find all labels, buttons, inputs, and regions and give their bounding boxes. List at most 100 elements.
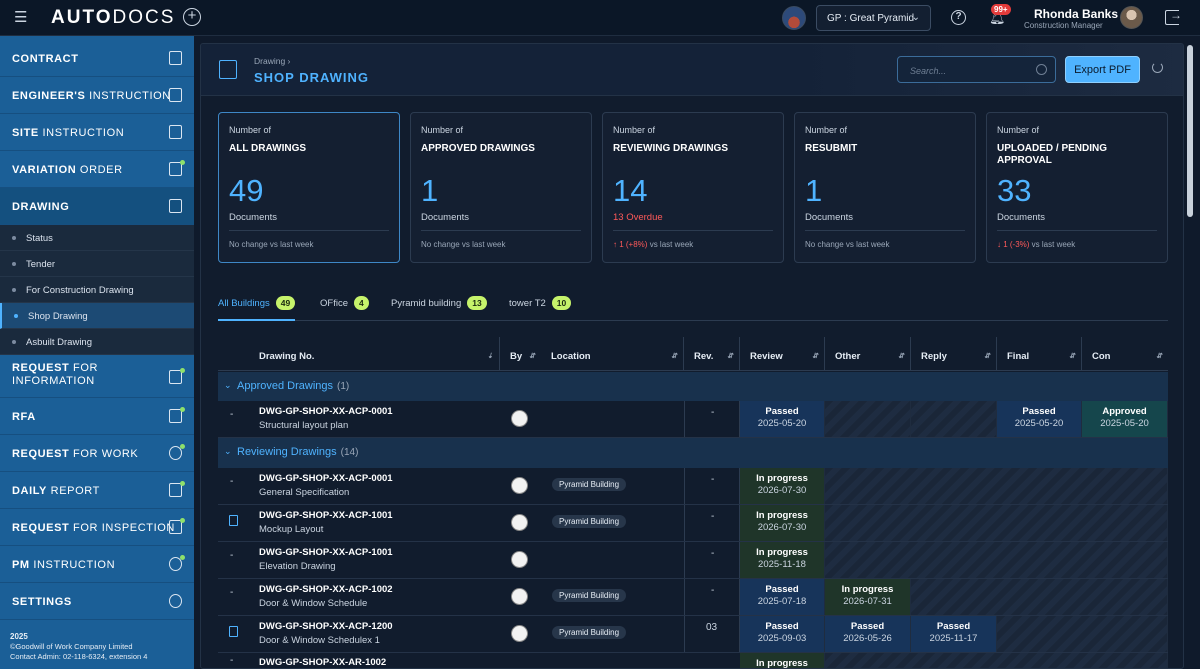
- sidebar-item-contract[interactable]: CONTRACT: [0, 40, 194, 77]
- divider: [229, 230, 389, 231]
- help-icon[interactable]: ?: [951, 10, 966, 25]
- status-final[interactable]: Passed 2025-05-20: [997, 401, 1082, 437]
- sidebar-item-settings[interactable]: SETTINGS: [0, 583, 194, 620]
- sidebar-subitem-asbuilt-drawing[interactable]: Asbuilt Drawing: [0, 329, 194, 355]
- group-approved[interactable]: ⌄ Approved Drawings (1): [218, 372, 1168, 401]
- sort-icon[interactable]: ⇵: [529, 352, 535, 360]
- sidebar-subitem-for-construction-drawing[interactable]: For Construction Drawing: [0, 277, 194, 303]
- status-review[interactable]: Passed 2025-07-18: [740, 579, 825, 615]
- status-reply[interactable]: Passed 2025-11-17: [911, 616, 997, 652]
- page-scrollbar[interactable]: [1186, 43, 1194, 669]
- status-review[interactable]: In progress 2026-07-30: [740, 468, 825, 504]
- status-other-empty: [825, 401, 911, 437]
- col-by[interactable]: By ⇵: [500, 337, 541, 371]
- tab-count-badge: 4: [353, 296, 369, 310]
- breadcrumb[interactable]: Drawing ›: [254, 56, 290, 66]
- sidebar-subitem-shop-drawing[interactable]: Shop Drawing: [0, 303, 194, 329]
- col-con[interactable]: Con ⇵: [1082, 337, 1168, 371]
- sidebar-item-request-for-work[interactable]: REQUEST FOR WORK: [0, 435, 194, 472]
- col-rev[interactable]: Rev. ⇵: [684, 337, 740, 371]
- sidebar-item-daily-report[interactable]: DAILY REPORT: [0, 472, 194, 509]
- hamburger-menu-icon[interactable]: ☰: [14, 10, 30, 25]
- col-other[interactable]: Other ⇵: [825, 337, 911, 371]
- card-resubmit[interactable]: Number of RESUBMIT 1 Documents No change…: [794, 112, 976, 263]
- attachment-icon[interactable]: [229, 515, 238, 526]
- table-row[interactable]: - DWG-GP-SHOP-XX-AR-1002 In progress: [218, 653, 1168, 668]
- status-review[interactable]: Passed 2025-09-03: [740, 616, 825, 652]
- bullet: [12, 262, 16, 266]
- sidebar-item-variation-order[interactable]: VARIATION ORDER: [0, 151, 194, 188]
- status-other[interactable]: Passed 2026-05-26: [825, 616, 911, 652]
- table-row[interactable]: - DWG-GP-SHOP-XX-ACP-1001 Elevation Draw…: [218, 542, 1168, 579]
- export-pdf-button[interactable]: Export PDF: [1065, 56, 1140, 83]
- attachment-icon[interactable]: [229, 626, 238, 637]
- sidebar-subitem-status[interactable]: Status: [0, 225, 194, 251]
- drawing-number[interactable]: DWG-GP-SHOP-XX-ACP-1001: [259, 510, 393, 521]
- sidebar-item-engineers-instruction[interactable]: ENGINEER'S INSTRUCTION: [0, 77, 194, 114]
- card-pre: Number of: [613, 125, 656, 135]
- group-reviewing[interactable]: ⌄ Reviewing Drawings (14): [218, 438, 1168, 468]
- sidebar-item-pm-instruction[interactable]: PM INSTRUCTION: [0, 546, 194, 583]
- status-review[interactable]: In progress 2026-07-30: [740, 505, 825, 541]
- project-select[interactable]: GP : Great Pyramid ⌄: [816, 5, 931, 31]
- search-icon[interactable]: [1036, 64, 1047, 75]
- group-count: (14): [340, 447, 359, 458]
- new-dot: [180, 481, 185, 486]
- drawing-number[interactable]: DWG-GP-SHOP-XX-ACP-0001: [259, 406, 393, 417]
- tab-all-buildings[interactable]: All Buildings 49: [218, 296, 296, 321]
- card-approved-drawings[interactable]: Number of APPROVED DRAWINGS 1 Documents …: [410, 112, 592, 263]
- drawing-number[interactable]: DWG-GP-SHOP-XX-AR-1002: [259, 657, 386, 668]
- add-icon[interactable]: +: [183, 8, 201, 26]
- col-review[interactable]: Review ⇵: [740, 337, 825, 371]
- col-location[interactable]: Location ⇵: [541, 337, 684, 371]
- sidebar-item-request-for-inspection[interactable]: REQUEST FOR INSPECTION: [0, 509, 194, 546]
- status-review[interactable]: In progress 2025-11-18: [740, 542, 825, 578]
- sort-icon[interactable]: ⇵: [898, 352, 904, 360]
- tab-pyramid-building[interactable]: Pyramid building 13: [391, 296, 487, 321]
- table-row[interactable]: - DWG-GP-SHOP-XX-ACP-0001 Structural lay…: [218, 401, 1168, 438]
- app-logo[interactable]: AUTODOCS: [51, 7, 175, 29]
- card-reviewing-drawings[interactable]: Number of REVIEWING DRAWINGS 14 13 Overd…: [602, 112, 784, 263]
- table-row[interactable]: DWG-GP-SHOP-XX-ACP-1001 Mockup Layout Py…: [218, 505, 1168, 542]
- project-avatar: [782, 6, 806, 30]
- drawing-number[interactable]: DWG-GP-SHOP-XX-ACP-1001: [259, 547, 393, 558]
- sidebar-item-site-instruction[interactable]: SITE INSTRUCTION: [0, 114, 194, 151]
- card-all-drawings[interactable]: Number of ALL DRAWINGS 49 Documents No c…: [218, 112, 400, 263]
- search-input[interactable]: Search...: [897, 56, 1056, 83]
- card-title: ALL DRAWINGS: [229, 143, 307, 154]
- tab-office[interactable]: OFfice 4: [320, 296, 369, 321]
- sort-icon[interactable]: ⇵: [1069, 352, 1075, 360]
- card-value: 14: [613, 173, 648, 208]
- card-uploaded-pending[interactable]: Number of UPLOADED / PENDING APPROVAL 33…: [986, 112, 1168, 263]
- status-review[interactable]: In progress: [740, 653, 825, 668]
- status-review[interactable]: Passed 2025-05-20: [740, 401, 825, 437]
- tab-tower-t2[interactable]: tower T2 10: [509, 296, 572, 321]
- scrollbar-thumb[interactable]: [1187, 45, 1193, 217]
- sort-icon[interactable]: ⇵: [984, 352, 990, 360]
- submitter-avatar: [511, 410, 528, 427]
- sidebar-item-drawing[interactable]: DRAWING: [0, 188, 194, 225]
- col-final[interactable]: Final ⇵: [997, 337, 1082, 371]
- table-row[interactable]: - DWG-GP-SHOP-XX-ACP-0001 General Specif…: [218, 468, 1168, 505]
- status-con[interactable]: Approved 2025-05-20: [1082, 401, 1168, 437]
- sort-icon[interactable]: ⇵: [1156, 352, 1162, 360]
- table-row[interactable]: - DWG-GP-SHOP-XX-ACP-1002 Door & Window …: [218, 579, 1168, 616]
- drawing-number[interactable]: DWG-GP-SHOP-XX-ACP-0001: [259, 473, 393, 484]
- status-other[interactable]: In progress 2026-07-31: [825, 579, 911, 615]
- sort-icon[interactable]: ⇵: [671, 352, 677, 360]
- user-avatar[interactable]: [1120, 6, 1143, 29]
- group-label: Reviewing Drawings: [237, 446, 337, 458]
- sort-desc-icon[interactable]: ⇣: [487, 352, 493, 360]
- sidebar-item-rfa[interactable]: RFA: [0, 398, 194, 435]
- sort-icon[interactable]: ⇵: [727, 352, 733, 360]
- col-reply[interactable]: Reply ⇵: [911, 337, 997, 371]
- table-row[interactable]: DWG-GP-SHOP-XX-ACP-1200 Door & Window Sc…: [218, 616, 1168, 653]
- drawing-number[interactable]: DWG-GP-SHOP-XX-ACP-1002: [259, 584, 393, 595]
- logout-icon[interactable]: [1165, 8, 1182, 25]
- sort-icon[interactable]: ⇵: [812, 352, 818, 360]
- refresh-icon[interactable]: [1152, 62, 1163, 73]
- drawing-number[interactable]: DWG-GP-SHOP-XX-ACP-1200: [259, 621, 393, 632]
- col-drawing-no[interactable]: Drawing No. ⇣: [218, 337, 500, 371]
- sidebar-item-request-for-information[interactable]: REQUEST FOR INFORMATION: [0, 356, 194, 398]
- sidebar-subitem-tender[interactable]: Tender: [0, 251, 194, 277]
